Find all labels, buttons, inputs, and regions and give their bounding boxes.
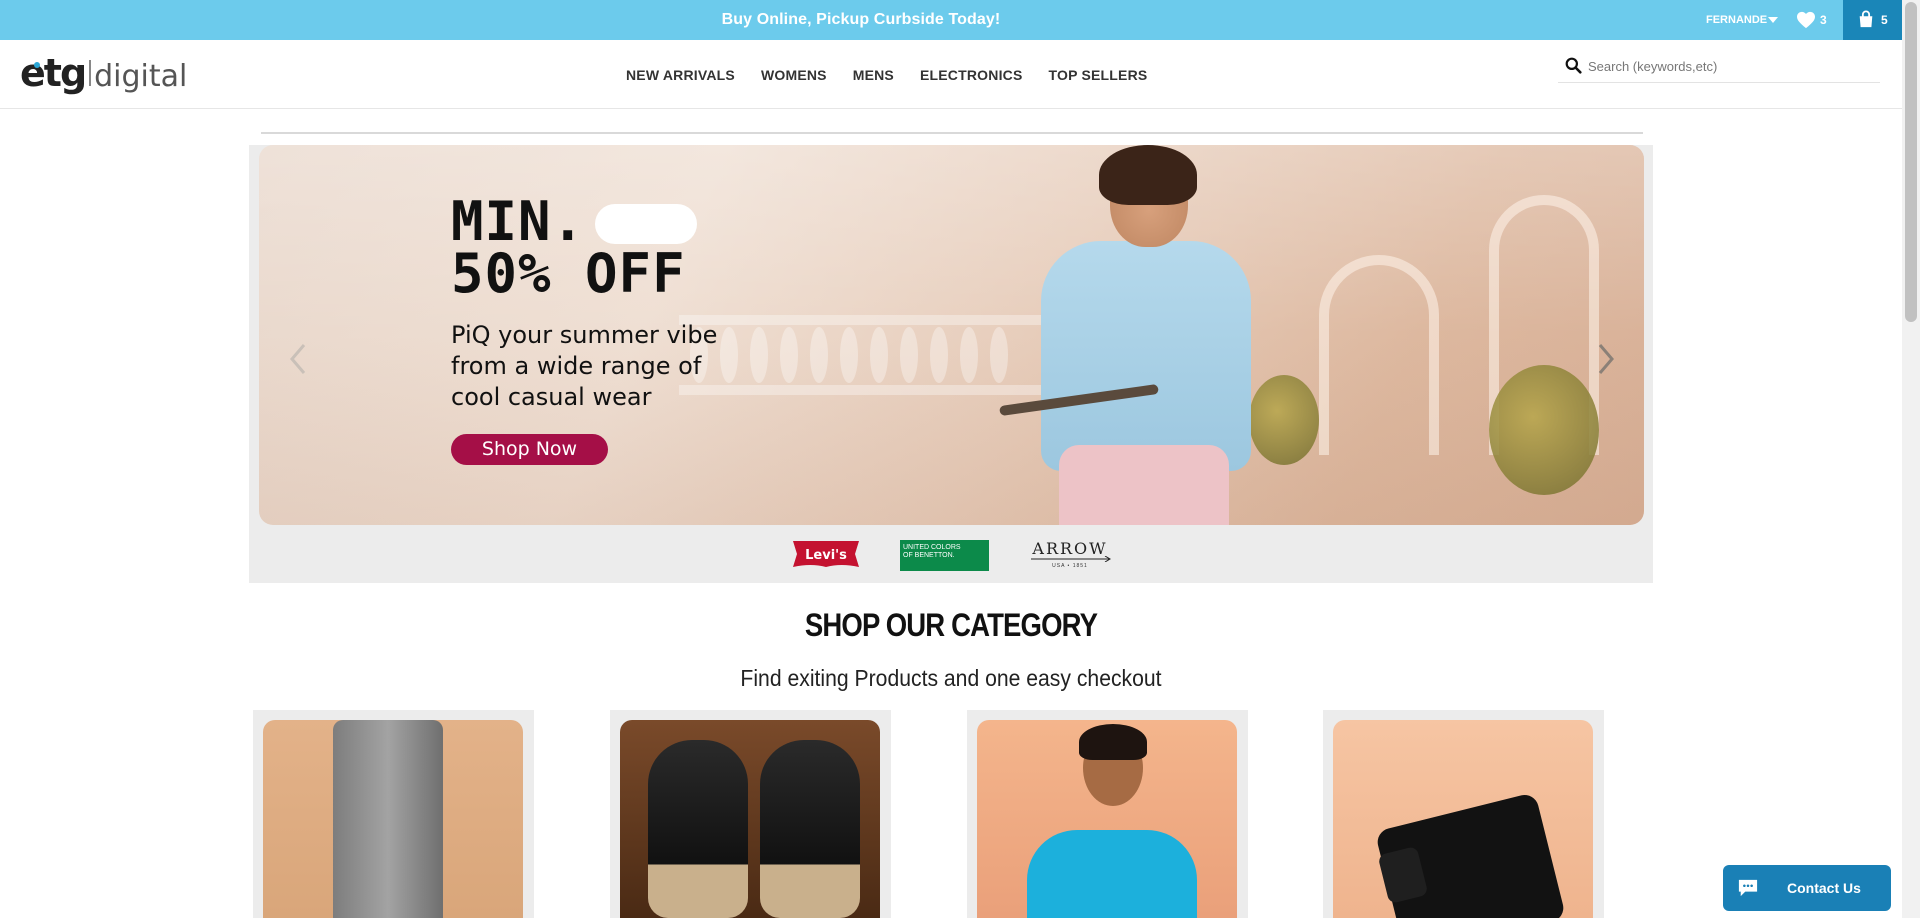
arrow-brand-logo[interactable]: ARROW USA • 1851 [1027, 540, 1113, 570]
promo-bar: Buy Online, Pickup Curbside Today! FERNA… [0, 0, 1902, 40]
logo-suffix: digital [94, 59, 188, 94]
shoe-graphic [760, 740, 860, 918]
cart-button[interactable]: 5 [1843, 0, 1902, 40]
banner-heading-line2: 50% OFF [451, 242, 686, 305]
levis-logo[interactable]: Levi's [791, 539, 861, 569]
banner-subtext: PiQ your summer vibe from a wide range o… [451, 321, 718, 411]
arch-graphic [1319, 255, 1439, 455]
nav-new-arrivals[interactable]: NEW ARRIVALS [626, 67, 735, 83]
model-shorts [1059, 445, 1229, 525]
shop-now-button[interactable]: Shop Now [451, 434, 608, 465]
search-icon[interactable] [1565, 57, 1582, 74]
wishlist-count[interactable]: 3 [1820, 0, 1827, 40]
logo-dot [34, 62, 40, 68]
arrow-subtext: USA • 1851 [1052, 563, 1088, 569]
logo-brand: etg [20, 51, 87, 95]
benetton-line2: OF BENETTON. [903, 552, 955, 559]
contact-us-button[interactable]: Contact Us [1723, 865, 1891, 911]
search-bar [1558, 50, 1880, 83]
promo-text: Buy Online, Pickup Curbside Today! [721, 11, 1001, 28]
site-logo[interactable]: etg digital [20, 50, 187, 96]
chevron-left-icon[interactable] [288, 342, 308, 376]
category-card-wallet[interactable] [1323, 710, 1604, 918]
levis-wordmark: Levi's [805, 548, 847, 563]
logo-separator [89, 60, 92, 86]
polo-graphic [1027, 830, 1197, 918]
banner-pill [595, 204, 697, 244]
arrow-line-icon [1031, 556, 1111, 562]
category-subtitle: Find exiting Products and one easy check… [740, 665, 1162, 691]
model-hair [1099, 145, 1197, 205]
chat-icon [1738, 879, 1758, 897]
plant-graphic [1489, 365, 1599, 495]
contact-us-label: Contact Us [1787, 880, 1861, 896]
nav-womens[interactable]: WOMENS [761, 67, 827, 83]
category-image[interactable] [263, 720, 523, 918]
search-input[interactable] [1588, 54, 1873, 78]
category-image[interactable] [1333, 720, 1593, 918]
category-image[interactable] [977, 720, 1237, 918]
nav-electronics[interactable]: ELECTRONICS [920, 67, 1023, 83]
cart-count: 5 [1881, 13, 1888, 27]
category-card-shoes[interactable] [610, 710, 891, 918]
heart-icon[interactable] [1796, 11, 1816, 29]
benetton-logo[interactable]: UNITED COLORS OF BENETTON. [900, 540, 989, 571]
model-hair [1079, 724, 1147, 760]
nav-mens[interactable]: MENS [853, 67, 894, 83]
category-image[interactable] [620, 720, 880, 918]
jeans-graphic [333, 720, 443, 918]
category-card-jeans[interactable] [253, 710, 534, 918]
divider [261, 132, 1643, 134]
caret-down-icon[interactable] [1768, 17, 1778, 23]
benetton-line1: UNITED COLORS [903, 544, 961, 551]
shopping-bag-icon [1859, 10, 1873, 28]
shoe-graphic [648, 740, 748, 918]
account-menu[interactable]: FERNANDE [1706, 0, 1767, 40]
chevron-right-icon[interactable] [1596, 342, 1616, 376]
plant-graphic [1249, 375, 1319, 465]
model-shirt [1041, 241, 1251, 471]
main-nav: NEW ARRIVALS WOMENS MENS ELECTRONICS TOP… [626, 40, 1173, 109]
page-scrollbar[interactable] [1902, 0, 1920, 918]
category-title: SHOP OUR CATEGORY [804, 607, 1098, 643]
nav-top-sellers[interactable]: TOP SELLERS [1049, 67, 1148, 83]
category-card-polo[interactable] [967, 710, 1248, 918]
scrollbar-thumb[interactable] [1905, 2, 1917, 322]
